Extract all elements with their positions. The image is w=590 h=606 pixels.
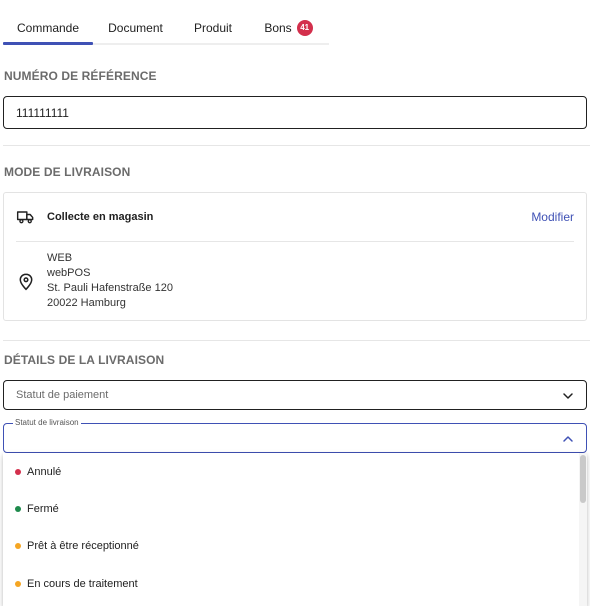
status-dot xyxy=(15,543,21,549)
option-label: Annulé xyxy=(27,466,62,478)
select-placeholder: Statut de paiement xyxy=(16,389,109,401)
payment-status-select[interactable]: Statut de paiement xyxy=(3,380,587,410)
modify-delivery-link[interactable]: Modifier xyxy=(531,210,574,224)
delivery-mode-card: Collecte en magasin Modifier WEB webPOS … xyxy=(3,192,587,321)
delivery-status-select[interactable]: Statut de livraison xyxy=(3,418,587,453)
section-title-delivery-mode: MODE DE LIVRAISON xyxy=(4,165,131,179)
truck-icon xyxy=(16,211,34,224)
tab-label: Produit xyxy=(193,20,233,35)
chevron-down-icon xyxy=(563,393,573,399)
tab-produit[interactable]: Produit xyxy=(178,12,248,43)
tab-commande[interactable]: Commande xyxy=(3,12,93,45)
section-title-delivery-details: DÉTAILS DE LA LIVRAISON xyxy=(4,353,165,367)
count-badge: 41 xyxy=(296,19,313,36)
option-label: Fermé xyxy=(27,503,59,515)
tab-label: Commande xyxy=(16,20,80,35)
delivery-status-label: Statut de livraison xyxy=(13,418,81,428)
status-dot xyxy=(15,581,21,587)
tab-bar: Commande Document Produit Bons 41 xyxy=(3,12,329,45)
location-pin-icon xyxy=(19,273,33,291)
scrollbar-track[interactable] xyxy=(579,453,587,606)
tab-bons[interactable]: Bons 41 xyxy=(248,12,329,43)
option-pret-a-etre-receptionne[interactable]: Prêt à être réceptionné xyxy=(3,527,579,565)
option-label: Prêt à être réceptionné xyxy=(27,540,139,552)
address-line: webPOS xyxy=(47,267,91,279)
divider xyxy=(3,145,590,146)
address-line: WEB xyxy=(47,252,73,264)
section-title-reference: NUMÉRO DE RÉFÉRENCE xyxy=(4,69,157,83)
divider xyxy=(16,241,574,242)
status-dot xyxy=(15,506,21,512)
address-line: 20022 Hamburg xyxy=(47,297,126,309)
order-panel: Commande Document Produit Bons 41 NUMÉRO… xyxy=(0,0,590,606)
option-en-cours-de-traitement[interactable]: En cours de traitement xyxy=(3,565,579,603)
delivery-method-row: Collecte en magasin Modifier xyxy=(16,207,574,227)
store-address: WEB webPOS St. Pauli Hafenstraße 120 200… xyxy=(47,251,173,311)
tab-label: Document xyxy=(108,20,163,35)
status-dot xyxy=(15,469,21,475)
address-line: St. Pauli Hafenstraße 120 xyxy=(47,282,173,294)
tab-document[interactable]: Document xyxy=(93,12,178,43)
reference-number-input[interactable]: 111111111 xyxy=(3,96,587,129)
option-ferme[interactable]: Fermé xyxy=(3,490,579,528)
tab-label: Bons xyxy=(264,20,292,35)
option-annule[interactable]: Annulé xyxy=(3,453,579,491)
delivery-status-dropdown: Annulé Fermé Prêt à être réceptionné En … xyxy=(3,453,587,606)
delivery-method-name: Collecte en magasin xyxy=(47,211,154,223)
option-label: En cours de traitement xyxy=(27,578,138,590)
scrollbar-thumb[interactable] xyxy=(580,455,586,503)
chevron-up-icon xyxy=(563,436,573,442)
divider xyxy=(3,340,590,341)
